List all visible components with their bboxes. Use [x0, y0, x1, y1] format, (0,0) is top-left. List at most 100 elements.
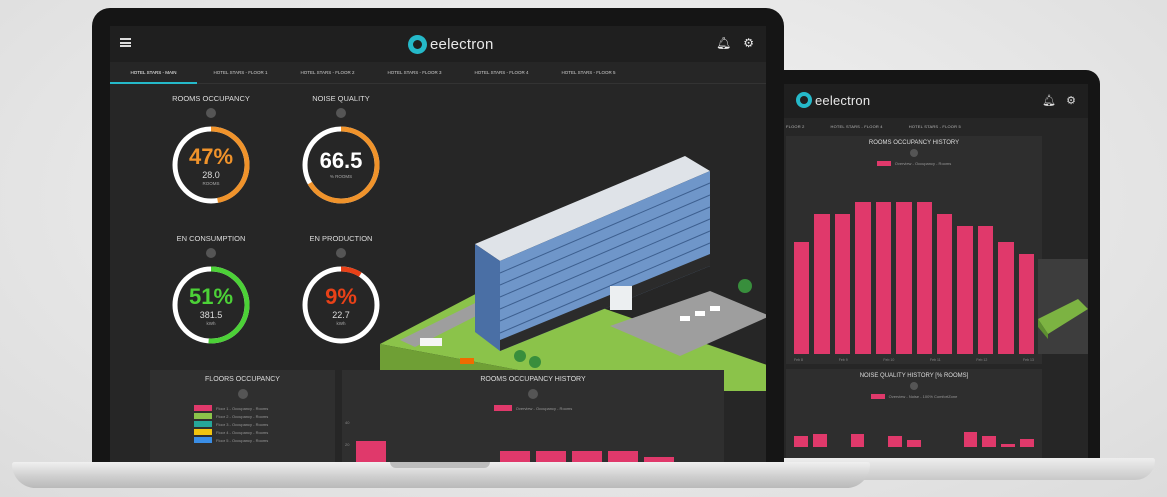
x-tick-label: Feb 9 [838, 358, 848, 362]
hamburger-menu-icon[interactable] [120, 38, 131, 47]
legend-item[interactable]: Floor 5 - Occupancy - Rooms [194, 437, 335, 443]
chart-legend: Overview - Occupancy - Rooms [342, 405, 724, 411]
legend-item[interactable]: Floor 2 - Occupancy - Rooms [194, 413, 335, 419]
x-tick-label: Feb 8 [794, 358, 803, 362]
x-tick-label: Feb 13 [1023, 358, 1034, 362]
chart-bar[interactable] [888, 436, 903, 447]
car [460, 358, 474, 364]
chart-bar[interactable] [957, 226, 973, 354]
chart-bar[interactable] [794, 436, 808, 447]
tab-main[interactable]: HOTEL STARS - MAIN [110, 62, 197, 84]
chart-bar[interactable] [916, 202, 932, 354]
car [680, 316, 690, 321]
chart-bar[interactable] [896, 202, 912, 354]
back-tab-bar: FLOOR 2 HOTEL STARS - FLOOR 4 HOTEL STAR… [782, 118, 1088, 134]
tab-floor-5[interactable]: HOTEL STARS - FLOOR 5 [545, 62, 632, 84]
chart-bar[interactable] [356, 440, 386, 464]
back-tab[interactable]: HOTEL STARS - FLOOR 5 [909, 124, 961, 129]
chart-bar[interactable] [963, 431, 978, 447]
back-laptop: eelectron 🔔︎ ⚙︎ FLOOR 2 HOTEL STARS - FL… [770, 70, 1100, 462]
back-screen: eelectron 🔔︎ ⚙︎ FLOOR 2 HOTEL STARS - FL… [782, 84, 1088, 462]
tab-floor-2[interactable]: HOTEL STARS - FLOOR 2 [284, 62, 371, 84]
back-building-art [1038, 299, 1088, 339]
legend-label: Floor 1 - Occupancy - Rooms [216, 405, 269, 411]
energy-consumption-gauge: EN CONSUMPTION 51% 381.5 kWh [156, 234, 266, 346]
floors-legend: Floor 1 - Occupancy - Rooms Floor 2 - Oc… [194, 405, 335, 443]
gauge-ring: 9% 22.7 kWh [300, 264, 382, 346]
chart-bar[interactable] [977, 226, 994, 354]
legend-label: Floor 4 - Occupancy - Rooms [216, 429, 269, 435]
chart-bar[interactable] [814, 214, 830, 354]
legend-swatch [870, 394, 885, 399]
back-logo-text: eelectron [815, 92, 871, 108]
x-tick-label: Feb 11 [930, 358, 941, 362]
back-noise-history-panel: NOISE QUALITY HISTORY [% ROOMS] Overview… [786, 369, 1042, 459]
chart-bar[interactable] [834, 214, 851, 354]
chart-bar[interactable] [812, 433, 827, 447]
chart-bar[interactable] [982, 436, 997, 447]
back-history-x-labels: Feb 8 Feb 9 Feb 10 Feb 11 Feb 12 Feb 13 [794, 358, 1034, 362]
gauge-unit: kWh [206, 321, 216, 326]
chart-bar[interactable] [855, 202, 871, 354]
badge [237, 389, 248, 399]
top-icons: 🔔︎ ⚙︎ [716, 36, 754, 50]
gear-icon[interactable]: ⚙︎ [1066, 94, 1076, 107]
badge [910, 382, 918, 390]
legend-item[interactable]: Floor 3 - Occupancy - Rooms [194, 421, 335, 427]
gauge-unit: kWh [336, 321, 346, 326]
chart-bar[interactable] [1020, 439, 1034, 447]
gauge-unit: ROOMS [202, 181, 220, 186]
chart-bar[interactable] [875, 202, 892, 354]
gauge-sub-value: 22.7 [332, 310, 350, 320]
tab-floor-3[interactable]: HOTEL STARS - FLOOR 3 [371, 62, 458, 84]
legend-item[interactable]: Floor 4 - Occupancy - Rooms [194, 429, 335, 435]
bell-icon[interactable]: 🔔︎ [716, 36, 731, 50]
x-tick-label: Feb 12 [976, 358, 988, 362]
chart-bar[interactable] [1001, 443, 1016, 447]
chart-bar[interactable] [1018, 254, 1035, 354]
back-history-bars [794, 202, 1035, 354]
chart-bar[interactable] [794, 242, 810, 354]
legend-label: Overview - Noise - 100% ComfortZone [888, 394, 958, 399]
car [710, 306, 720, 311]
y-tick: 40 [345, 420, 350, 425]
chart-bar[interactable] [850, 433, 865, 447]
back-top-icons: 🔔︎ ⚙︎ [1042, 94, 1076, 107]
gauge-ring: 51% 381.5 kWh [170, 264, 252, 346]
front-laptop-base [12, 462, 870, 488]
entrance [610, 286, 632, 310]
badge [336, 108, 346, 118]
gear-icon[interactable]: ⚙︎ [743, 36, 754, 50]
chart-bar[interactable] [998, 242, 1014, 354]
chart-bar[interactable] [936, 214, 953, 354]
gauge-value: 9% [325, 284, 357, 309]
legend-swatch [493, 405, 512, 411]
tab-bar: HOTEL STARS - MAIN HOTEL STARS - FLOOR 1… [110, 62, 766, 84]
bell-icon[interactable]: 🔔︎ [1042, 94, 1056, 107]
legend-label: Overview - Occupancy - Rooms [515, 405, 573, 411]
chart-legend: Overview - Noise - 100% ComfortZone [786, 394, 1042, 399]
legend-swatch [876, 161, 891, 166]
legend-item[interactable]: Floor 1 - Occupancy - Rooms [194, 405, 335, 411]
panel-title: ROOMS OCCUPANCY HISTORY [868, 140, 960, 146]
app-logo: eelectron [408, 35, 494, 54]
rooms-occupancy-gauge: ROOMS OCCUPANCY 47% 28.0 ROOMS [156, 94, 266, 206]
back-tab[interactable]: FLOOR 2 [786, 124, 805, 129]
panel-title: NOISE QUALITY HISTORY [% ROOMS] [859, 373, 969, 379]
legend-swatch [194, 413, 212, 419]
back-tab[interactable]: HOTEL STARS - FLOOR 4 [831, 124, 883, 129]
back-noise-bars [794, 431, 1034, 447]
tab-floor-4[interactable]: HOTEL STARS - FLOOR 4 [458, 62, 545, 84]
logo-icon [408, 35, 427, 54]
front-screen: eelectron 🔔︎ ⚙︎ HOTEL STARS - MAIN HOTEL… [110, 26, 766, 464]
legend-label: Floor 2 - Occupancy - Rooms [216, 413, 269, 419]
y-tick: 20 [345, 442, 350, 447]
gauge-unit: % ROOMS [329, 174, 353, 179]
badge [206, 108, 216, 118]
front-laptop: eelectron 🔔︎ ⚙︎ HOTEL STARS - MAIN HOTEL… [92, 8, 784, 470]
badge [528, 389, 538, 399]
base-notch [390, 462, 490, 468]
chart-bar[interactable] [907, 440, 921, 447]
logo-text: eelectron [430, 36, 494, 53]
tab-floor-1[interactable]: HOTEL STARS - FLOOR 1 [197, 62, 284, 84]
